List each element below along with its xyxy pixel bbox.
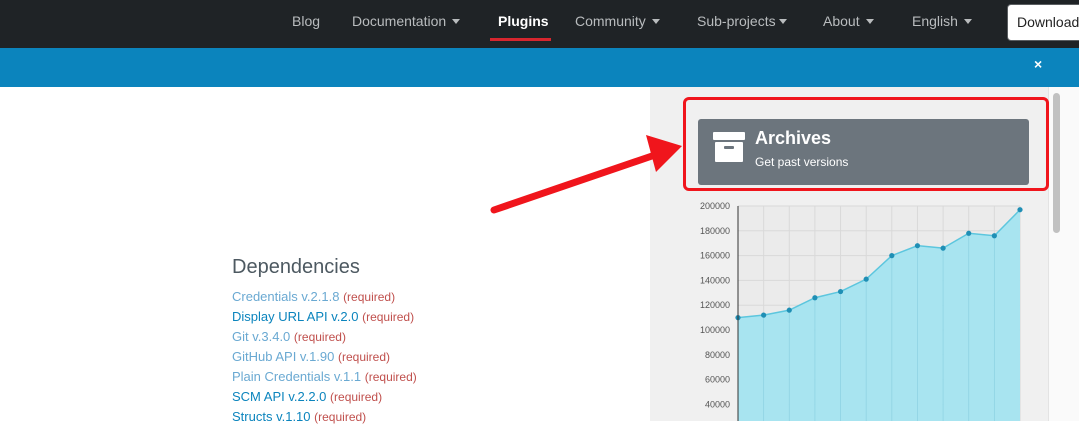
required-label: (required) (293, 330, 346, 344)
data-point (863, 276, 869, 282)
data-point (812, 295, 818, 301)
required-label: (required) (338, 350, 391, 364)
data-point (966, 230, 972, 236)
required-label: (required) (364, 370, 417, 384)
y-tick-label: 100000 (700, 325, 730, 335)
dependency-link[interactable]: Git v.3.4.0 (232, 329, 290, 344)
y-tick-label: 160000 (700, 251, 730, 261)
required-label: (required) (362, 310, 415, 324)
data-point (889, 253, 895, 259)
list-item: SCM API v.2.2.0 (required) (232, 389, 417, 409)
dependency-link[interactable]: SCM API v.2.2.0 (232, 389, 326, 404)
list-item: Git v.3.4.0 (required) (232, 329, 417, 349)
data-point (914, 243, 921, 249)
y-tick-label: 120000 (700, 300, 730, 310)
list-item: Display URL API v.2.0 (required) (232, 309, 417, 329)
y-tick-label: 140000 (700, 275, 730, 285)
list-item: Credentials v.2.1.8 (required) (232, 289, 417, 309)
data-point (837, 288, 844, 295)
dependency-link[interactable]: Structs v.1.10 (232, 409, 311, 424)
y-tick-label: 180000 (700, 226, 730, 236)
data-point (940, 245, 946, 251)
required-label: (required) (343, 290, 396, 304)
y-tick-label: 80000 (705, 350, 730, 360)
chart-svg: 40000 60000 80000 100000 120000 140000 160000 1… (700, 201, 1023, 429)
list-item: Structs v.1.10 (required) (232, 409, 417, 429)
data-point (991, 233, 997, 239)
data-point (786, 307, 792, 313)
dependency-list: Credentials v.2.1.8 (required) Display U… (232, 289, 417, 429)
data-point (1017, 207, 1023, 213)
dependency-link[interactable]: Display URL API v.2.0 (232, 309, 358, 324)
list-item: GitHub API v.1.90 (required) (232, 349, 417, 369)
dependency-link[interactable]: Plain Credentials v.1.1 (232, 369, 361, 384)
required-label: (required) (330, 390, 383, 404)
y-tick-label: 200000 (700, 201, 730, 211)
dependency-link[interactable]: Credentials v.2.1.8 (232, 289, 339, 304)
downloads-chart: 40000 60000 80000 100000 120000 140000 160000 1… (680, 192, 1040, 429)
dependencies-heading: Dependencies (232, 256, 360, 278)
list-item: Plain Credentials v.1.1 (required) (232, 369, 417, 389)
y-tick-label: 40000 (705, 399, 730, 409)
data-point (761, 312, 767, 318)
required-label: (required) (314, 410, 367, 424)
y-tick-label: 60000 (705, 375, 730, 385)
dependency-link[interactable]: GitHub API v.1.90 (232, 349, 334, 364)
